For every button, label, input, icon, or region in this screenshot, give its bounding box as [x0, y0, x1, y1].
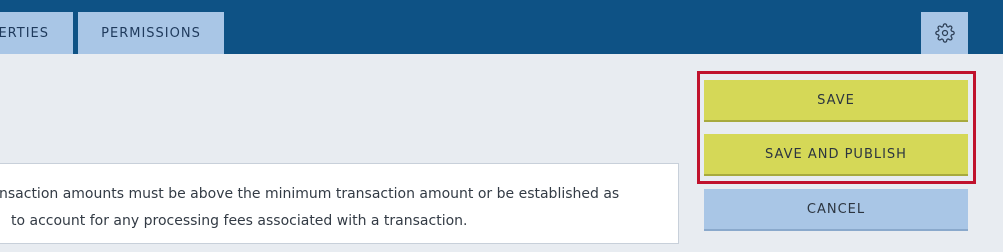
- save-and-publish-button[interactable]: SAVE AND PUBLISH: [704, 134, 968, 176]
- settings-button[interactable]: [921, 12, 968, 54]
- tab-properties[interactable]: ERTIES: [0, 12, 73, 54]
- cancel-button[interactable]: CANCEL: [704, 189, 968, 231]
- save-button-label: SAVE: [817, 92, 855, 108]
- info-text-box: nsaction amounts must be above the minim…: [0, 163, 679, 244]
- tab-permissions[interactable]: PERMISSIONS: [78, 12, 224, 54]
- save-and-publish-button-label: SAVE AND PUBLISH: [765, 146, 907, 162]
- tab-permissions-label: PERMISSIONS: [101, 25, 201, 41]
- gear-icon: [934, 23, 955, 43]
- top-nav-bar: ERTIES PERMISSIONS: [0, 0, 1003, 54]
- info-line-2: to account for any processing fees assoc…: [11, 213, 468, 229]
- info-line-1: nsaction amounts must be above the minim…: [0, 186, 620, 202]
- cancel-button-label: CANCEL: [806, 201, 866, 217]
- save-button[interactable]: SAVE: [704, 80, 968, 122]
- tab-properties-label: ERTIES: [0, 25, 49, 41]
